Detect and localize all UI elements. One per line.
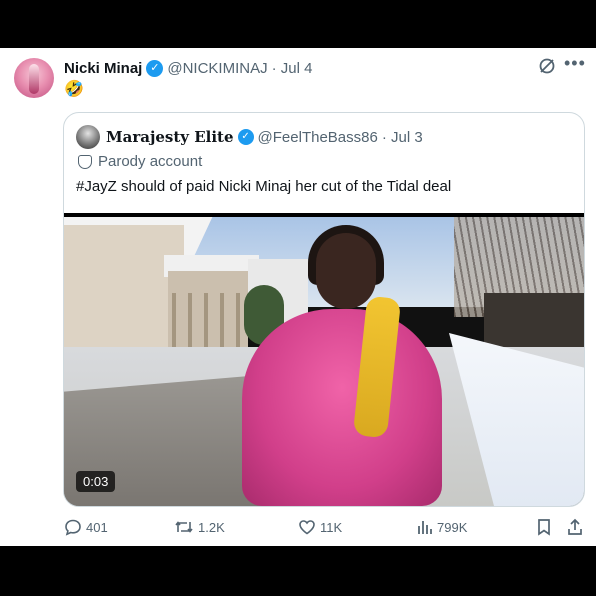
parody-label-text: Parody account (98, 153, 203, 170)
more-icon[interactable]: ••• (564, 53, 586, 74)
video-duration: 0:03 (76, 471, 116, 492)
author-name[interactable]: Nicki Minaj (64, 60, 142, 77)
quoted-author-avatar[interactable] (76, 125, 100, 149)
bookmark-icon (538, 519, 550, 536)
quoted-author-handle[interactable]: @FeelTheBass86 (258, 129, 378, 146)
retweet-button[interactable]: 1.2K (174, 516, 225, 538)
quoted-tweet-date[interactable]: · Jul 3 (382, 129, 423, 146)
reply-count: 401 (86, 519, 108, 535)
views-icon (418, 521, 432, 534)
tweet-header: Nicki Minaj ✓ @NICKIMINAJ · Jul 4 (64, 57, 312, 79)
author-avatar[interactable] (14, 58, 54, 98)
quoted-tweet-text: #JayZ should of paid Nicki Minaj her cut… (76, 178, 452, 195)
like-icon (299, 520, 315, 535)
tweet-text: 🤣 (64, 81, 84, 98)
share-icon (568, 518, 582, 535)
like-count: 11K (320, 519, 343, 535)
reply-icon (65, 519, 81, 536)
grok-icon[interactable] (538, 57, 556, 75)
view-count: 799K (437, 519, 468, 535)
action-bar: 401 1.2K 11K 799K (64, 516, 584, 538)
share-button[interactable] (566, 516, 584, 538)
bookmark-button[interactable] (536, 516, 552, 538)
retweet-count: 1.2K (198, 519, 225, 535)
quoted-author-name[interactable]: Marajesty Elite (106, 128, 234, 146)
tweet-date[interactable]: · Jul 4 (272, 60, 313, 77)
like-button[interactable]: 11K (298, 516, 342, 538)
video-player[interactable]: 0:03 (64, 213, 584, 506)
views-button[interactable]: 799K (417, 516, 467, 538)
tweet-card[interactable]: Nicki Minaj ✓ @NICKIMINAJ · Jul 4 ••• 🤣 … (0, 48, 596, 546)
verified-icon: ✓ (237, 129, 254, 145)
quoted-tweet-header: Marajesty Elite ✓ @FeelTheBass86 · Jul 3 (106, 126, 423, 148)
reply-button[interactable]: 401 (64, 516, 108, 538)
retweet-icon (175, 521, 193, 533)
parody-mask-icon (78, 154, 92, 169)
verified-icon: ✓ (146, 59, 164, 77)
quoted-tweet[interactable]: Marajesty Elite ✓ @FeelTheBass86 · Jul 3… (63, 112, 585, 507)
author-handle[interactable]: @NICKIMINAJ (167, 60, 267, 77)
parody-label: Parody account (78, 153, 202, 170)
